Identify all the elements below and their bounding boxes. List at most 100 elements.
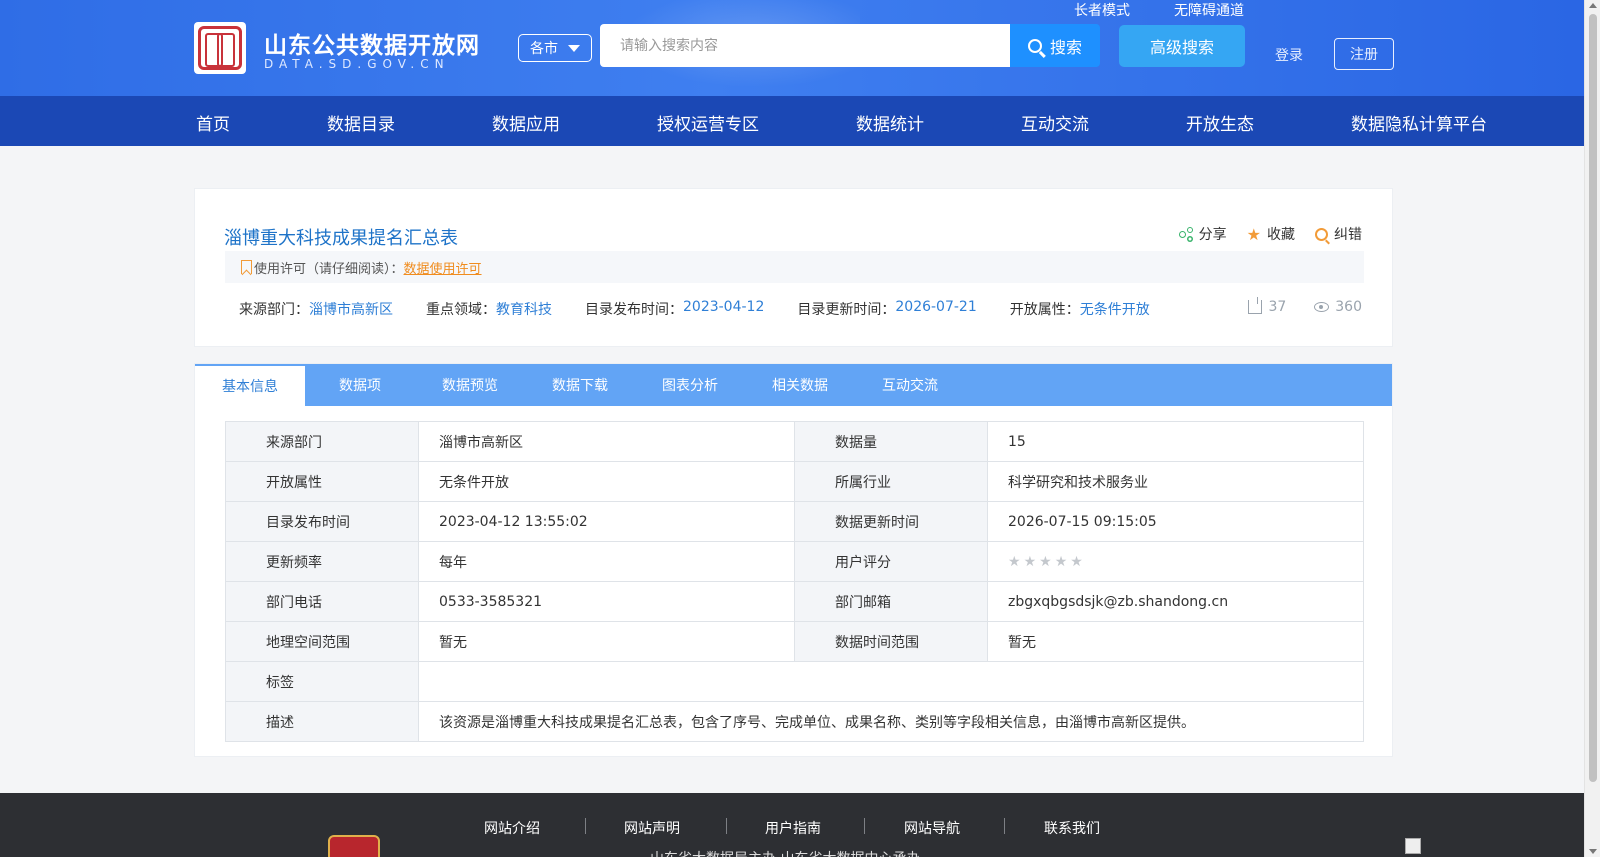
meta-update-label: 目录更新时间： — [797, 302, 896, 318]
tab-bar: 基本信息 数据项 数据预览 数据下载 图表分析 相关数据 互动交流 — [195, 364, 1392, 406]
table-row: 地理空间范围 暂无 数据时间范围 暂无 — [225, 621, 1364, 662]
scroll-up-arrow-icon[interactable] — [1589, 3, 1597, 8]
city-select[interactable]: 各市 — [518, 34, 592, 62]
table-row: 来源部门 淄博市高新区 数据量 15 — [225, 421, 1364, 462]
meta-update-value: 2026-07-21 — [895, 299, 977, 315]
site-title[interactable]: 山东公共数据开放网 — [264, 26, 480, 60]
report-error-button[interactable]: 纠错 — [1315, 224, 1362, 244]
nav-item-statistics[interactable]: 数据统计 — [856, 110, 924, 135]
table-row: 更新频率 每年 用户评分 ★ ★ ★ ★ ★ — [225, 541, 1364, 582]
nav-item-interaction[interactable]: 互动交流 — [1021, 110, 1089, 135]
search-button[interactable]: 搜索 — [1010, 24, 1100, 67]
email-label: 部门邮箱 — [794, 581, 988, 622]
rating-star-icon[interactable]: ★ — [1008, 554, 1021, 570]
license-prefix: 使用许可（请仔细阅读）： — [254, 261, 404, 277]
rating-star-icon[interactable]: ★ — [1024, 554, 1037, 570]
login-link[interactable]: 登录 — [1275, 45, 1303, 65]
time-range-label: 数据时间范围 — [794, 621, 988, 662]
site-footer: 网站介绍 网站声明 用户指南 网站导航 联系我们 山东省大数据局主办 山东省大数… — [0, 793, 1584, 857]
accessibility-link[interactable]: 无障碍通道 — [1174, 0, 1244, 20]
open-attr-label: 开放属性 — [225, 461, 419, 502]
publish-time-label: 目录发布时间 — [225, 501, 419, 542]
tab-data-download[interactable]: 数据下载 — [525, 364, 635, 406]
meta-source-value[interactable]: 淄博市高新区 — [309, 299, 393, 319]
table-row: 部门电话 0533-3585321 部门邮箱 zbgxqbgsdsjk@zb.s… — [225, 581, 1364, 622]
favorite-label: 收藏 — [1267, 227, 1295, 243]
frequency-label: 更新频率 — [225, 541, 419, 582]
nav-item-authorized-ops[interactable]: 授权运营专区 — [657, 110, 759, 135]
data-update-value: 2026-07-15 09:15:05 — [987, 501, 1364, 542]
rating-star-icon[interactable]: ★ — [1055, 554, 1068, 570]
tab-data-items[interactable]: 数据项 — [305, 364, 415, 406]
download-icon — [1248, 297, 1263, 314]
star-icon: ★ — [1246, 224, 1261, 244]
site-header: 山东公共数据开放网 DATA.SD.GOV.CN 各市 搜索 高级搜索 长者模式… — [0, 0, 1584, 96]
city-select-label: 各市 — [530, 41, 558, 57]
view-count-value: 360 — [1335, 299, 1362, 315]
basic-info-table: 来源部门 淄博市高新区 数据量 15 开放属性 无条件开放 所属行业 科学研究和… — [225, 421, 1364, 742]
search-button-label: 搜索 — [1049, 37, 1082, 57]
caret-down-icon — [568, 44, 580, 52]
share-button[interactable]: 分享 — [1178, 224, 1227, 244]
license-link[interactable]: 数据使用许可 — [404, 258, 482, 277]
nav-item-catalog[interactable]: 数据目录 — [327, 110, 395, 135]
phone-value: 0533-3585321 — [418, 581, 795, 622]
license-bar: 使用许可（请仔细阅读）： 数据使用许可 — [225, 251, 1364, 283]
rating-value: ★ ★ ★ ★ ★ — [987, 541, 1364, 582]
share-label: 分享 — [1198, 227, 1227, 243]
tab-interaction[interactable]: 互动交流 — [855, 364, 965, 406]
footer-link-guide[interactable]: 用户指南 — [765, 818, 821, 838]
footer-divider — [585, 818, 586, 834]
data-count-label: 数据量 — [794, 421, 988, 462]
meta-field-label: 重点领域： — [426, 302, 496, 318]
register-button[interactable]: 注册 — [1334, 38, 1394, 70]
logo-seal-icon[interactable] — [194, 22, 246, 74]
download-count-value: 37 — [1268, 299, 1287, 315]
footer-link-sitemap[interactable]: 网站导航 — [904, 818, 960, 838]
advanced-search-button[interactable]: 高级搜索 — [1119, 25, 1245, 67]
frequency-value: 每年 — [418, 541, 795, 582]
scrollbar-thumb[interactable] — [1589, 14, 1597, 782]
footer-link-statement[interactable]: 网站声明 — [624, 818, 680, 838]
footer-link-contact[interactable]: 联系我们 — [1044, 818, 1100, 838]
tab-chart-analysis[interactable]: 图表分析 — [635, 364, 745, 406]
tab-basic-info[interactable]: 基本信息 — [195, 364, 305, 406]
footer-link-about[interactable]: 网站介绍 — [484, 818, 540, 838]
elder-mode-link[interactable]: 长者模式 — [1074, 0, 1130, 20]
nav-item-ecosystem[interactable]: 开放生态 — [1186, 110, 1254, 135]
footer-logo — [328, 835, 380, 857]
phone-label: 部门电话 — [225, 581, 419, 622]
search-input[interactable] — [600, 24, 1010, 67]
share-icon — [1178, 227, 1193, 241]
view-count: 360 — [1314, 299, 1362, 315]
rating-star-icon[interactable]: ★ — [1070, 554, 1083, 570]
page-scrollbar[interactable] — [1584, 0, 1600, 857]
download-count: 37 — [1248, 297, 1287, 315]
bookmark-icon — [241, 260, 252, 274]
meta-field-value[interactable]: 教育科技 — [496, 299, 552, 319]
site-domain: DATA.SD.GOV.CN — [264, 57, 450, 71]
favorite-button[interactable]: ★ 收藏 — [1247, 224, 1295, 244]
geo-label: 地理空间范围 — [225, 621, 419, 662]
scroll-down-arrow-icon[interactable] — [1589, 849, 1597, 854]
nav-item-apps[interactable]: 数据应用 — [492, 110, 560, 135]
tab-data-preview[interactable]: 数据预览 — [415, 364, 525, 406]
tab-related-data[interactable]: 相关数据 — [745, 364, 855, 406]
main-nav: 首页 数据目录 数据应用 授权运营专区 数据统计 互动交流 开放生态 数据隐私计… — [0, 96, 1584, 146]
footer-divider — [1004, 818, 1005, 834]
nav-item-home[interactable]: 首页 — [196, 110, 230, 135]
footer-divider — [726, 818, 727, 834]
meta-open-value: 无条件开放 — [1079, 302, 1150, 318]
source-dept-value: 淄博市高新区 — [418, 421, 795, 462]
meta-open-label: 开放属性： — [1009, 302, 1080, 318]
rating-stars[interactable]: ★ ★ ★ ★ ★ — [1008, 554, 1343, 570]
table-row: 标签 — [225, 661, 1364, 702]
nav-item-privacy-computing[interactable]: 数据隐私计算平台 — [1351, 110, 1487, 135]
data-count-value: 15 — [987, 421, 1364, 462]
geo-value: 暂无 — [418, 621, 795, 662]
rating-star-icon[interactable]: ★ — [1039, 554, 1052, 570]
dataset-meta: 来源部门： 淄博市高新区 重点领域： 教育科技 目录发布时间： 2023-04-… — [239, 299, 1150, 319]
magnifier-icon — [1315, 227, 1328, 241]
search-icon — [1027, 38, 1042, 53]
dataset-info-card: 基本信息 数据项 数据预览 数据下载 图表分析 相关数据 互动交流 来源部门 淄… — [194, 363, 1393, 757]
